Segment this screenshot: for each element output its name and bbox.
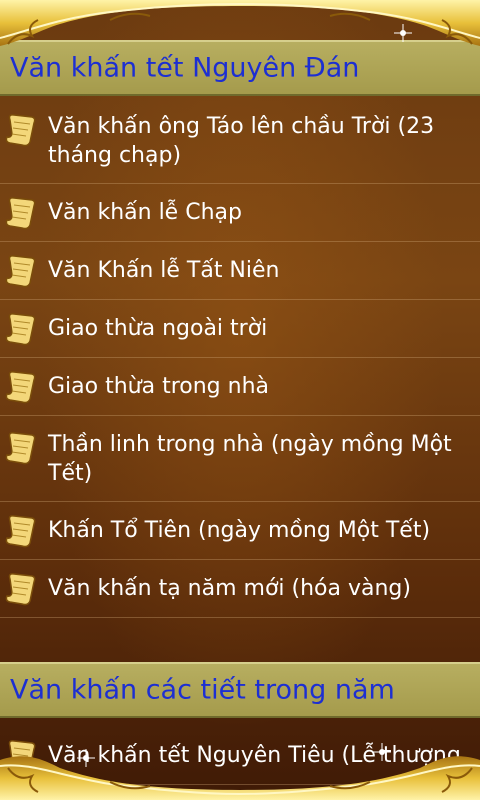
list-item-label: Văn khấn lễ Chạp	[48, 200, 242, 225]
scroll-icon	[5, 572, 36, 605]
scroll-icon	[5, 312, 36, 345]
list-item-label: Văn khấn tết Nguyên Tiêu (Lễ thượng	[48, 743, 461, 768]
list-item-label: Giao thừa trong nhà	[48, 374, 269, 399]
scroll-icon	[5, 196, 36, 229]
list-item-label: Văn khấn tạ năm mới (hóa vàng)	[48, 576, 411, 601]
scroll-icon	[5, 432, 36, 465]
section-title: Văn khấn các tiết trong năm	[10, 674, 395, 706]
list-item-label: Thần linh trong nhà (ngày mồng Một Tết)	[48, 431, 452, 486]
section-header-cac-tiet: Văn khấn các tiết trong năm	[0, 662, 480, 718]
list-item-than-linh[interactable]: Thần linh trong nhà (ngày mồng Một Tết)	[0, 416, 480, 502]
list-item-giao-thua-trong-nha[interactable]: Giao thừa trong nhà	[0, 358, 480, 416]
section-header-tet-nguyen-dan: Văn khấn tết Nguyên Đán	[0, 40, 480, 96]
list-item-label: Giao thừa ngoài trời	[48, 316, 268, 341]
list-item-ta-nam-moi[interactable]: Văn khấn tạ năm mới (hóa vàng)	[0, 560, 480, 618]
list-item-tat-nien[interactable]: Văn Khấn lễ Tất Niên	[0, 242, 480, 300]
section-title: Văn khấn tết Nguyên Đán	[10, 52, 360, 84]
scroll-icon	[5, 739, 36, 772]
prayer-list-tet: Văn khấn ông Táo lên chầu Trời (23 tháng…	[0, 98, 480, 618]
list-item-label: Khấn Tổ Tiên (ngày mồng Một Tết)	[48, 518, 431, 543]
scroll-icon	[5, 254, 36, 287]
list-item-van-khan-ong-tao[interactable]: Văn khấn ông Táo lên chầu Trời (23 tháng…	[0, 98, 480, 184]
prayer-list-cac-tiet: Văn khấn tết Nguyên Tiêu (Lễ thượng	[0, 727, 480, 785]
list-item-le-chap[interactable]: Văn khấn lễ Chạp	[0, 184, 480, 242]
scroll-icon	[5, 370, 36, 403]
scroll-icon	[5, 114, 36, 147]
scroll-icon	[5, 514, 36, 547]
list-item-label: Văn Khấn lễ Tất Niên	[48, 258, 280, 283]
list-item-giao-thua-ngoai-troi[interactable]: Giao thừa ngoài trời	[0, 300, 480, 358]
list-item-khan-to-tien[interactable]: Khấn Tổ Tiên (ngày mồng Một Tết)	[0, 502, 480, 560]
list-item-label: Văn khấn ông Táo lên chầu Trời (23 tháng…	[48, 113, 435, 168]
list-item-nguyen-tieu[interactable]: Văn khấn tết Nguyên Tiêu (Lễ thượng	[0, 727, 480, 785]
